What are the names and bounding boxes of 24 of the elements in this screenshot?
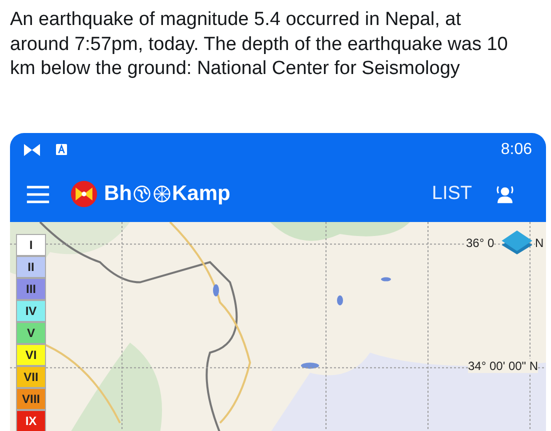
latitude-label: 36° 0	[466, 236, 494, 250]
logo-icon	[70, 180, 98, 208]
globe-icon	[133, 185, 151, 203]
post-text: An earthquake of magnitude 5.4 occurred in Nepal, at around 7:57pm, today. The depth of the earthquake was 10 km below the ground: National Center for Seismology	[9, 8, 509, 81]
user-alert-icon[interactable]	[494, 184, 516, 204]
intensity-level: IV	[16, 300, 46, 322]
notification-icon	[56, 144, 67, 155]
app-notification-icon	[22, 142, 42, 158]
intensity-level: V	[16, 322, 46, 344]
intensity-level: VII	[16, 366, 46, 388]
list-button[interactable]: LIST	[432, 183, 472, 205]
app-name: Bh	[104, 182, 132, 206]
latitude-label: 34° 00' 00" N	[468, 359, 538, 373]
latitude-label: N	[535, 236, 544, 250]
intensity-level: II	[16, 256, 46, 278]
wheel-icon	[153, 185, 171, 203]
intensity-level: IX	[16, 410, 46, 431]
clock-time: 8:06	[500, 140, 532, 158]
app-name: Kamp	[172, 182, 230, 206]
intensity-level: III	[16, 278, 46, 300]
intensity-level: VIII	[16, 388, 46, 410]
menu-icon[interactable]	[26, 184, 50, 204]
intensity-level: VI	[16, 344, 46, 366]
intensity-level: I	[16, 234, 46, 256]
